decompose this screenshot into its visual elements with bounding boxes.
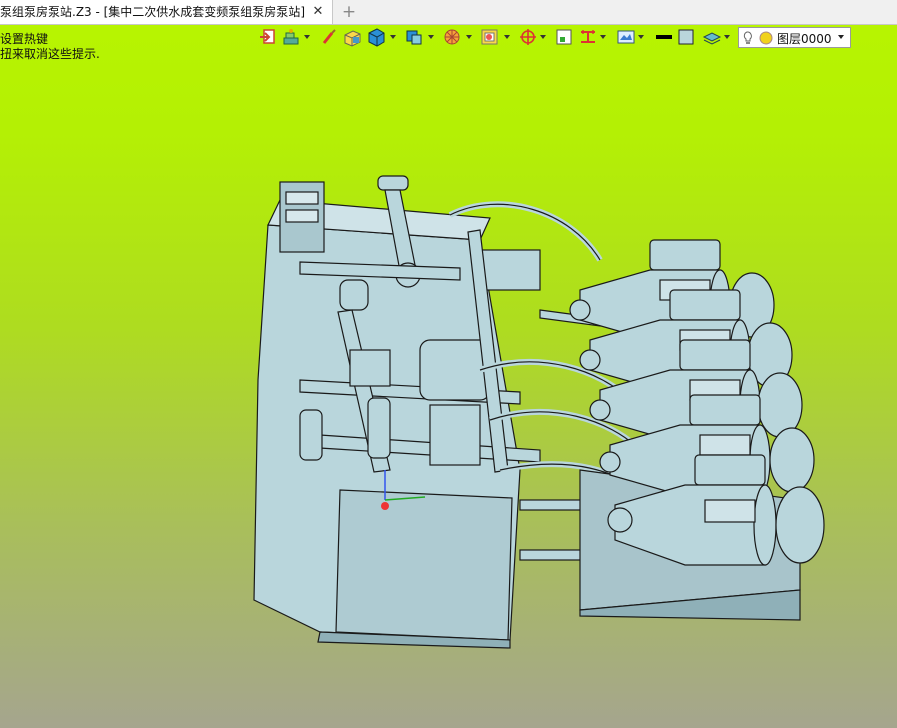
view-orientation-icon[interactable] [404, 27, 426, 49]
line-color-icon[interactable] [654, 27, 676, 49]
brush-icon[interactable] [320, 27, 342, 49]
cube-dropdown[interactable] [390, 34, 397, 41]
chevron-down-icon[interactable] [838, 35, 844, 39]
layer-stack-dropdown[interactable] [724, 34, 731, 41]
exit-sketch-icon[interactable] [258, 27, 280, 49]
layer-manager-icon[interactable] [282, 27, 304, 49]
pump-station-model [253, 175, 825, 649]
render-dropdown[interactable] [504, 34, 511, 41]
layer-stack-icon[interactable] [702, 27, 724, 49]
layer-visibility-icons [743, 31, 773, 45]
box-shaded-icon[interactable] [342, 27, 364, 49]
origin-dropdown[interactable] [540, 34, 547, 41]
3d-viewport[interactable] [240, 170, 840, 664]
document-tab-title: 频泵组泵房泵站.Z3 - [集中二次供水成套变频泵组泵房泵站] [0, 5, 305, 19]
cube-icon[interactable] [366, 27, 388, 49]
document-tab-bar: 频泵组泵房泵站.Z3 - [集中二次供水成套变频泵组泵房泵站] ✕ + [0, 0, 897, 25]
layer-manager-dropdown[interactable] [304, 34, 311, 41]
close-tab-icon[interactable]: ✕ [311, 5, 325, 19]
datum-plane-icon[interactable] [554, 27, 576, 49]
view-orientation-dropdown[interactable] [428, 34, 435, 41]
origin-icon[interactable] [518, 27, 540, 49]
hotkey-hint-line-2: 扭来取消这些提示. [0, 47, 100, 61]
new-tab-button[interactable]: + [340, 2, 358, 22]
frame-icon[interactable] [578, 27, 600, 49]
layer-select-value: 图层0000 [777, 32, 832, 46]
document-tab[interactable]: 频泵组泵房泵站.Z3 - [集中二次供水成套变频泵组泵房泵站] ✕ [0, 0, 333, 24]
section-view-dropdown[interactable] [466, 34, 473, 41]
display-filter-dropdown[interactable] [638, 34, 645, 41]
display-filter-icon[interactable] [616, 27, 638, 49]
frame-dropdown[interactable] [600, 34, 607, 41]
fill-color-icon[interactable] [676, 27, 698, 49]
layer-select[interactable]: 图层0000 [738, 27, 851, 48]
render-icon[interactable] [480, 27, 502, 49]
section-view-icon[interactable] [442, 27, 464, 49]
